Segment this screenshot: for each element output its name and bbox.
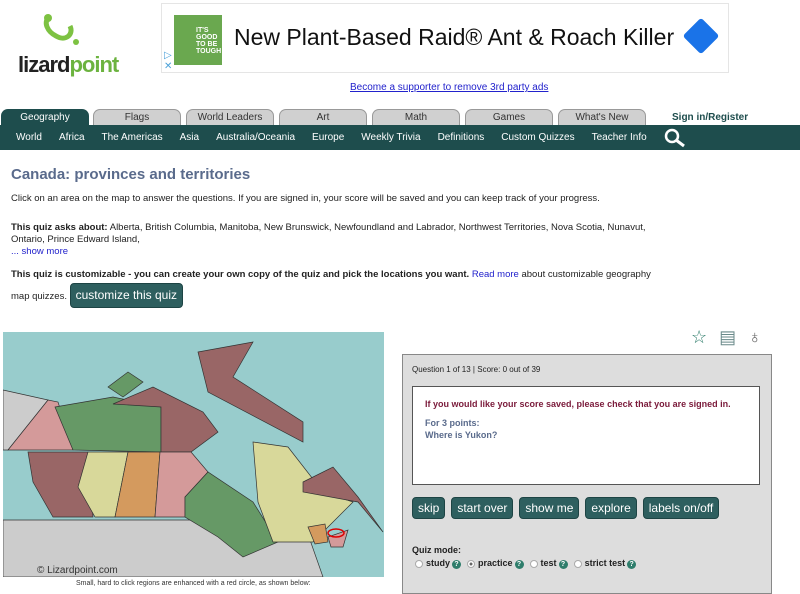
customizable-info: This quiz is customizable - you can crea… [11, 266, 651, 308]
customize-quiz-button[interactable]: customize this quiz [69, 283, 183, 308]
start-over-button[interactable]: start over [451, 497, 514, 519]
lizard-icon [43, 14, 79, 45]
quiz-status: Question 1 of 13 | Score: 0 out of 39 [412, 365, 541, 374]
help-icon[interactable]: ? [452, 560, 462, 569]
nav-africa[interactable]: Africa [59, 132, 85, 143]
search-icon[interactable] [664, 128, 686, 148]
question-box: If you would like your score saved, plea… [412, 386, 760, 485]
map-copyright: © Lizardpoint.com [37, 565, 118, 576]
labels-toggle-button[interactable]: labels on/off [642, 497, 720, 519]
nav-europe[interactable]: Europe [312, 132, 344, 143]
sign-in-link[interactable]: Sign in/Register [672, 112, 748, 123]
help-icon[interactable]: ? [514, 560, 524, 569]
mode-practice[interactable]: practice? [467, 558, 524, 569]
nav-weekly-trivia[interactable]: Weekly Trivia [361, 132, 420, 143]
page-title: Canada: provinces and territories [11, 166, 251, 183]
question-text: Where is Yukon? [425, 430, 498, 440]
tab-games[interactable]: Games [465, 109, 553, 126]
tab-geography[interactable]: Geography [1, 109, 89, 126]
lightbulb-icon[interactable]: ♁ [748, 327, 762, 348]
sub-nav: World Africa The Americas Asia Australia… [0, 125, 800, 150]
map-caption: Small, hard to click regions are enhance… [76, 580, 311, 587]
intro-text: Click on an area on the map to answer th… [11, 193, 600, 204]
radio-test[interactable] [529, 559, 538, 568]
document-icon[interactable]: ▤ [719, 327, 736, 348]
nav-teacher-info[interactable]: Teacher Info [592, 132, 647, 143]
explore-button[interactable]: explore [585, 497, 637, 519]
ad-headline[interactable]: New Plant-Based Raid® Ant & Roach Killer [234, 24, 674, 51]
tab-math[interactable]: Math [372, 109, 460, 126]
sign-in-warning: If you would like your score saved, plea… [425, 399, 731, 409]
logo-text: lizardpoint [18, 52, 119, 77]
tab-whats-new[interactable]: What's New [558, 109, 646, 126]
help-icon[interactable]: ? [558, 560, 568, 569]
ad-choices-icon[interactable]: ▷ ✕ [164, 50, 172, 72]
nav-americas[interactable]: The Americas [102, 132, 163, 143]
show-more-link[interactable]: ... show more [11, 246, 68, 257]
quiz-panel: Question 1 of 13 | Score: 0 out of 39 If… [402, 354, 772, 594]
nav-australia-oceania[interactable]: Australia/Oceania [216, 132, 295, 143]
tab-art[interactable]: Art [279, 109, 367, 126]
nav-definitions[interactable]: Definitions [438, 132, 485, 143]
ad-arrow-icon[interactable] [682, 17, 720, 55]
mode-test[interactable]: test? [529, 558, 568, 569]
mode-strict-test[interactable]: strict test? [573, 558, 637, 569]
star-icon[interactable]: ☆ [691, 327, 707, 348]
supporter-link[interactable]: Become a supporter to remove 3rd party a… [350, 82, 548, 93]
mode-study[interactable]: study? [415, 558, 462, 569]
tab-world-leaders[interactable]: World Leaders [186, 109, 274, 126]
read-more-link[interactable]: Read more [472, 269, 519, 280]
tab-flags[interactable]: Flags [93, 109, 181, 126]
canada-map[interactable]: © Lizardpoint.com [3, 332, 384, 577]
nav-world[interactable]: World [16, 132, 42, 143]
ad-banner[interactable]: IT'S GOOD TO BE TOUGH New Plant-Based Ra… [161, 3, 729, 73]
nav-asia[interactable]: Asia [180, 132, 199, 143]
skip-button[interactable]: skip [412, 497, 446, 519]
nav-custom-quizzes[interactable]: Custom Quizzes [501, 132, 574, 143]
help-icon[interactable]: ? [627, 560, 637, 569]
radio-study[interactable] [415, 559, 423, 568]
quiz-topics: This quiz asks about: Alberta, British C… [11, 222, 646, 257]
radio-strict-test[interactable] [573, 559, 582, 568]
show-me-button[interactable]: show me [519, 497, 580, 519]
lizardpoint-logo[interactable]: lizardpoint [14, 12, 124, 78]
points-label: For 3 points: [425, 418, 480, 428]
ad-product-image: IT'S GOOD TO BE TOUGH [174, 15, 222, 65]
quiz-mode-label: Quiz mode: [412, 545, 461, 555]
radio-practice[interactable] [467, 559, 476, 568]
